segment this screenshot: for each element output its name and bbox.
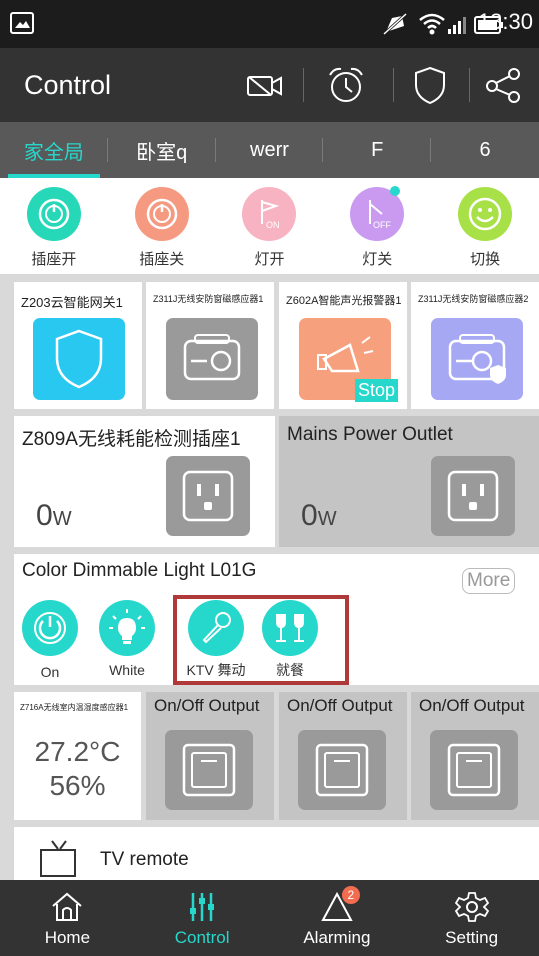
alarm-bell-icon: 2 (320, 886, 360, 924)
tv-remote-card[interactable]: TV remote (14, 827, 539, 880)
device-card-door-sensor-1[interactable]: Z311J无线安防窗磁感应器1 (146, 282, 274, 409)
outlet-power-reading: 0W (36, 499, 72, 532)
scene-socket-on[interactable]: 插座开 (0, 178, 108, 274)
scene-ktv-button[interactable]: KTV 舞动 (180, 600, 252, 680)
stop-badge[interactable]: Stop (355, 379, 399, 402)
shield-icon (33, 318, 125, 400)
onoff-output-card-3[interactable]: On/Off Output (411, 692, 539, 820)
shield-outline-icon[interactable] (413, 65, 447, 105)
power-off-icon (134, 187, 189, 241)
tab-f[interactable]: F (323, 122, 432, 178)
door-sensor-shield-icon (431, 318, 523, 400)
nav-home[interactable]: Home (0, 880, 135, 956)
tab-bedroom[interactable]: 卧室q (108, 122, 216, 178)
room-tabs: 家全局 卧室q werr F 6 (0, 122, 539, 178)
page-title: Control (24, 70, 112, 100)
outlet-card-mains[interactable]: Mains Power Outlet 0W (279, 416, 539, 547)
share-network-icon[interactable] (484, 66, 524, 104)
wine-glasses-icon (262, 600, 318, 656)
scene-bar: 插座开 插座关 ON 灯开 OFF 灯关 切换 (0, 178, 539, 274)
nav-setting[interactable]: Setting (404, 880, 539, 956)
status-bar: 13:30 (0, 0, 539, 48)
control-sliders-icon (185, 890, 219, 924)
mute-icon (382, 12, 408, 36)
nav-alarming[interactable]: 2 Alarming (270, 880, 405, 956)
onoff-output-card-1[interactable]: On/Off Output (146, 692, 274, 820)
tab-6[interactable]: 6 (431, 122, 539, 178)
scene-switch[interactable]: 切换 (431, 178, 539, 274)
scene-dining-button[interactable]: 就餐 (260, 600, 320, 680)
temp-humidity-card[interactable]: Z716A无线室内温湿度感应器1 27.2°C 56% (14, 692, 141, 820)
scene-light-on[interactable]: ON 灯开 (216, 178, 324, 274)
switch-icon (298, 730, 386, 810)
tv-icon (40, 840, 76, 877)
scene-light-off[interactable]: OFF 灯关 (323, 178, 431, 274)
microphone-icon (188, 600, 244, 656)
scene-socket-off[interactable]: 插座关 (108, 178, 216, 274)
temperature-reading: 27.2°C (34, 736, 121, 767)
switch-icon (165, 730, 253, 810)
outlet-icon (431, 456, 515, 536)
alarm-clock-icon[interactable] (326, 65, 366, 105)
light-white-button[interactable]: White (96, 600, 158, 678)
humidity-reading: 56% (49, 770, 106, 801)
outlet-card-energy[interactable]: Z809A无线耗能检测插座1 0W (14, 416, 275, 547)
new-indicator-dot (390, 186, 401, 196)
svg-text:OFF: OFF (373, 220, 391, 230)
alarm-count-badge: 2 (341, 886, 360, 904)
light-card: Color Dimmable Light L01G More On White … (14, 554, 539, 685)
device-card-siren[interactable]: Z602A智能声光报警器1 Stop (279, 282, 407, 409)
svg-text:ON: ON (266, 220, 280, 230)
outlet-power-reading: 0W (301, 499, 337, 532)
onoff-output-card-2[interactable]: On/Off Output (279, 692, 407, 820)
signal-icon (448, 17, 466, 34)
light-on-button[interactable]: On (22, 600, 78, 680)
tab-whole-home[interactable]: 家全局 (0, 122, 108, 178)
camera-off-icon[interactable] (246, 72, 284, 100)
switch-icon (430, 730, 518, 810)
power-icon (22, 600, 78, 656)
bottom-navigation: Home Control 2 Alarming Setting (0, 880, 539, 956)
power-on-icon (26, 187, 81, 241)
image-notification-icon (10, 12, 34, 34)
wifi-icon (419, 13, 445, 35)
smiley-icon (458, 187, 513, 241)
door-sensor-icon (166, 318, 258, 400)
settings-gear-icon (454, 890, 489, 924)
more-button[interactable]: More (462, 568, 516, 594)
light-on-icon: ON (242, 187, 297, 241)
bulb-icon (99, 600, 155, 656)
home-icon (50, 890, 84, 924)
status-time: 13:30 (477, 9, 533, 34)
device-card-door-sensor-2[interactable]: Z311J无线安防窗磁感应器2 (411, 282, 539, 409)
nav-control[interactable]: Control (135, 880, 270, 956)
tab-werr[interactable]: werr (216, 122, 324, 178)
outlet-icon (166, 456, 250, 536)
app-bar: Control (0, 48, 539, 122)
device-card-gateway[interactable]: Z203云智能网关1 (14, 282, 142, 409)
